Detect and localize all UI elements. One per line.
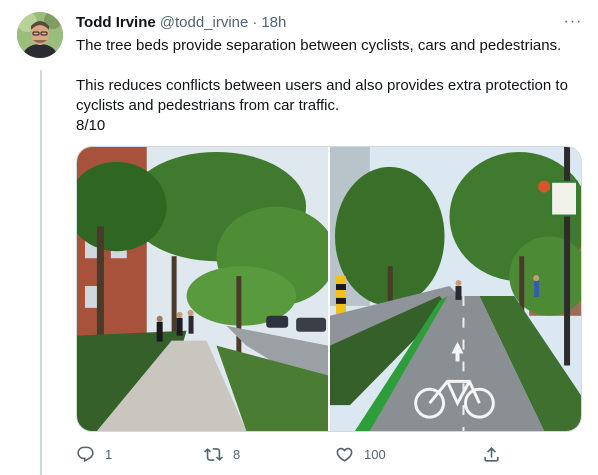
timestamp[interactable]: 18h — [261, 14, 286, 31]
tweet-text: The tree beds provide separation between… — [76, 36, 586, 136]
like-count: 100 — [364, 446, 386, 462]
reply-icon — [76, 445, 95, 464]
user-handle[interactable]: @todd_irvine — [160, 14, 249, 31]
tweet-text-line: 8/10 — [76, 117, 106, 134]
reply-count: 1 — [105, 446, 113, 462]
heart-icon — [335, 445, 354, 464]
retweet-button[interactable]: 8 — [204, 445, 240, 464]
tweet-header: Todd Irvine @todd_irvine · 18h — [76, 12, 286, 32]
tweet-text-line: This reduces conflicts between users and… — [76, 77, 568, 114]
share-button[interactable] — [482, 445, 501, 464]
retweet-count: 8 — [233, 446, 241, 462]
photo-bike-lane[interactable] — [330, 147, 581, 431]
separator-dot: · — [252, 13, 258, 31]
thread-line — [40, 70, 42, 475]
share-icon — [482, 445, 501, 464]
reply-button[interactable]: 1 — [76, 445, 112, 464]
retweet-icon — [204, 445, 223, 464]
media-grid — [76, 146, 582, 432]
avatar[interactable] — [17, 12, 63, 58]
tweet-text-line: The tree beds provide separation between… — [76, 37, 562, 54]
like-button[interactable]: 100 — [335, 445, 386, 464]
more-icon[interactable]: ··· — [560, 12, 586, 32]
photo-sidewalk[interactable] — [77, 147, 328, 431]
display-name[interactable]: Todd Irvine — [76, 14, 156, 31]
tweet-actions: 1 8 100 — [76, 440, 506, 468]
